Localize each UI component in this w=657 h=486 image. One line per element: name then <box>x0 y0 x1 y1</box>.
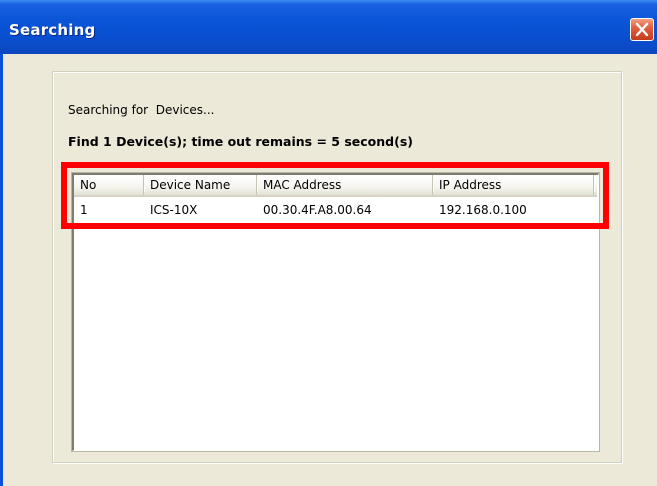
close-x-icon <box>635 22 649 37</box>
device-count-status: Find 1 Device(s); time out remains = 5 s… <box>68 134 413 149</box>
searching-status-text: Searching for Devices... <box>68 103 215 117</box>
column-header-device-name[interactable]: Device Name <box>144 175 258 195</box>
title-bar[interactable]: Searching <box>0 0 657 54</box>
close-button[interactable] <box>630 18 654 41</box>
cell-mac-address: 00.30.4F.A8.00.64 <box>263 203 372 217</box>
device-list[interactable]: No Device Name MAC Address IP Address 1 … <box>71 172 600 452</box>
device-list-header: No Device Name MAC Address IP Address <box>74 175 597 197</box>
column-header-mac-address[interactable]: MAC Address <box>257 175 434 195</box>
column-header-no[interactable]: No <box>74 175 145 195</box>
cell-device-name: ICS-10X <box>150 203 198 217</box>
window-title: Searching <box>9 21 96 39</box>
cell-no: 1 <box>80 203 88 217</box>
cell-ip-address: 192.168.0.100 <box>439 203 527 217</box>
column-header-ip-address[interactable]: IP Address <box>433 175 595 195</box>
table-row[interactable]: 1 ICS-10X 00.30.4F.A8.00.64 192.168.0.10… <box>74 200 597 220</box>
